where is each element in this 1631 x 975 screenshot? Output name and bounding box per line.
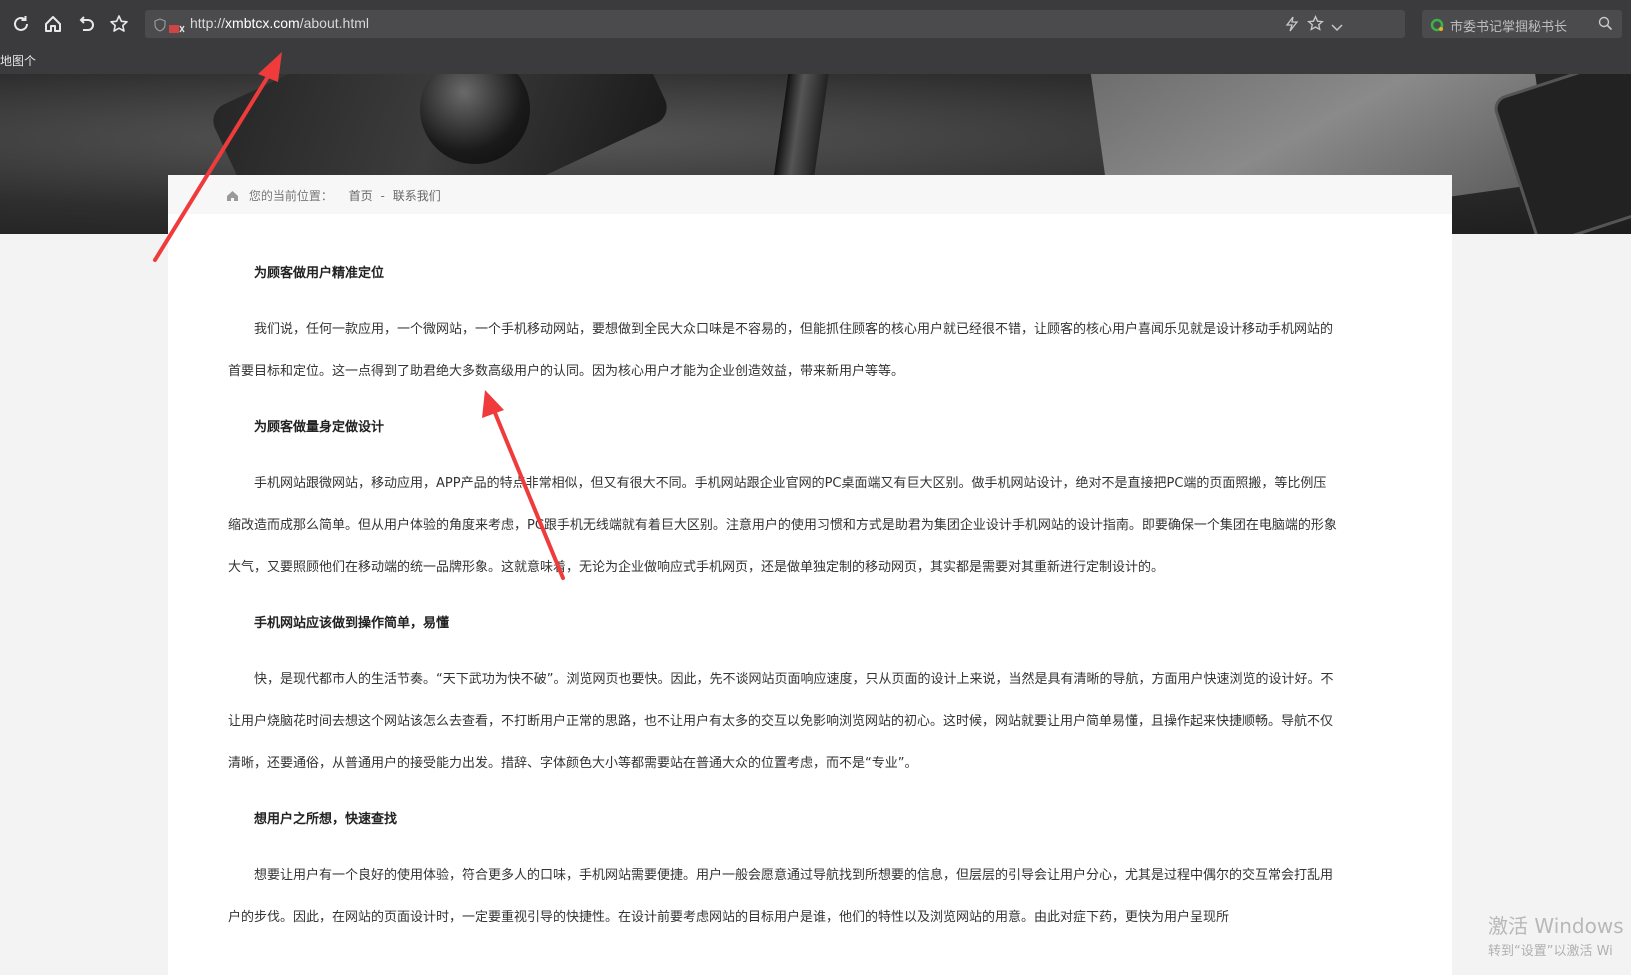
banner-texture xyxy=(1490,74,1631,234)
shield-icon xyxy=(153,17,167,36)
section-paragraph: 我们说，任何一款应用，一个微网站，一个手机移动网站，要想做到全民大众口味是不容易… xyxy=(228,322,1334,379)
search-icon[interactable] xyxy=(1598,16,1613,35)
address-bar[interactable]: http://xmbtcx.com/about.html xyxy=(145,10,1405,38)
reload-icon[interactable] xyxy=(10,13,32,35)
insecure-icon xyxy=(169,19,185,38)
section-paragraph: 快，是现代都市人的生活节奏。“天下武功为快不破”。浏览网页也要快。因此，先不谈网… xyxy=(228,672,1334,771)
lightning-icon[interactable] xyxy=(1285,16,1299,36)
content-panel: 您的当前位置： 首页 - 联系我们 为顾客做用户精准定位 我们说，任何一款应用，… xyxy=(168,175,1452,975)
search-engine-icon xyxy=(1430,17,1444,36)
undo-icon[interactable] xyxy=(75,13,97,35)
chevron-down-icon[interactable] xyxy=(1331,18,1343,37)
section-heading: 为顾客做用户精准定位 xyxy=(254,266,385,281)
windows-activation-title: 激活 Windows xyxy=(1488,914,1624,938)
section-heading: 为顾客做量身定做设计 xyxy=(254,420,385,435)
section-heading: 手机网站应该做到操作简单，易懂 xyxy=(254,616,450,631)
browser-toolbar: http://xmbtcx.com/about.html 市委书记掌掴秘书长 xyxy=(0,0,1631,48)
star-icon[interactable] xyxy=(108,13,130,35)
breadcrumb-current-link[interactable]: 联系我们 xyxy=(393,189,441,203)
breadcrumb: 您的当前位置： 首页 - 联系我们 xyxy=(168,175,1452,214)
windows-activation-subtitle: 转到“设置”以激活 Wi xyxy=(1488,944,1613,959)
search-text[interactable]: 市委书记掌掴秘书长 xyxy=(1450,16,1567,35)
url-text[interactable]: http://xmbtcx.com/about.html xyxy=(190,15,369,31)
section-paragraph: 手机网站跟微网站，移动应用，APP产品的特点非常相似，但又有很大不同。手机网站跟… xyxy=(228,476,1337,575)
bookmarks-bar: 地图个 xyxy=(0,48,1631,74)
bookmark-item-map[interactable]: 地图个 xyxy=(0,52,36,69)
bookmark-star-icon[interactable] xyxy=(1307,15,1324,36)
section-heading: 想用户之所想，快速查找 xyxy=(254,812,398,827)
breadcrumb-home-link[interactable]: 首页 xyxy=(349,189,373,203)
section-paragraph: 想要让用户有一个良好的使用体验，符合更多人的口味，手机网站需要便捷。用户一般会愿… xyxy=(228,868,1334,925)
breadcrumb-separator: - xyxy=(380,189,385,203)
search-box[interactable]: 市委书记掌掴秘书长 xyxy=(1422,10,1622,38)
breadcrumb-label: 您的当前位置： xyxy=(248,189,333,203)
home-icon[interactable] xyxy=(42,13,64,35)
home-icon xyxy=(226,190,239,205)
article-body: 为顾客做用户精准定位 我们说，任何一款应用，一个微网站，一个手机移动网站，要想做… xyxy=(228,253,1338,953)
